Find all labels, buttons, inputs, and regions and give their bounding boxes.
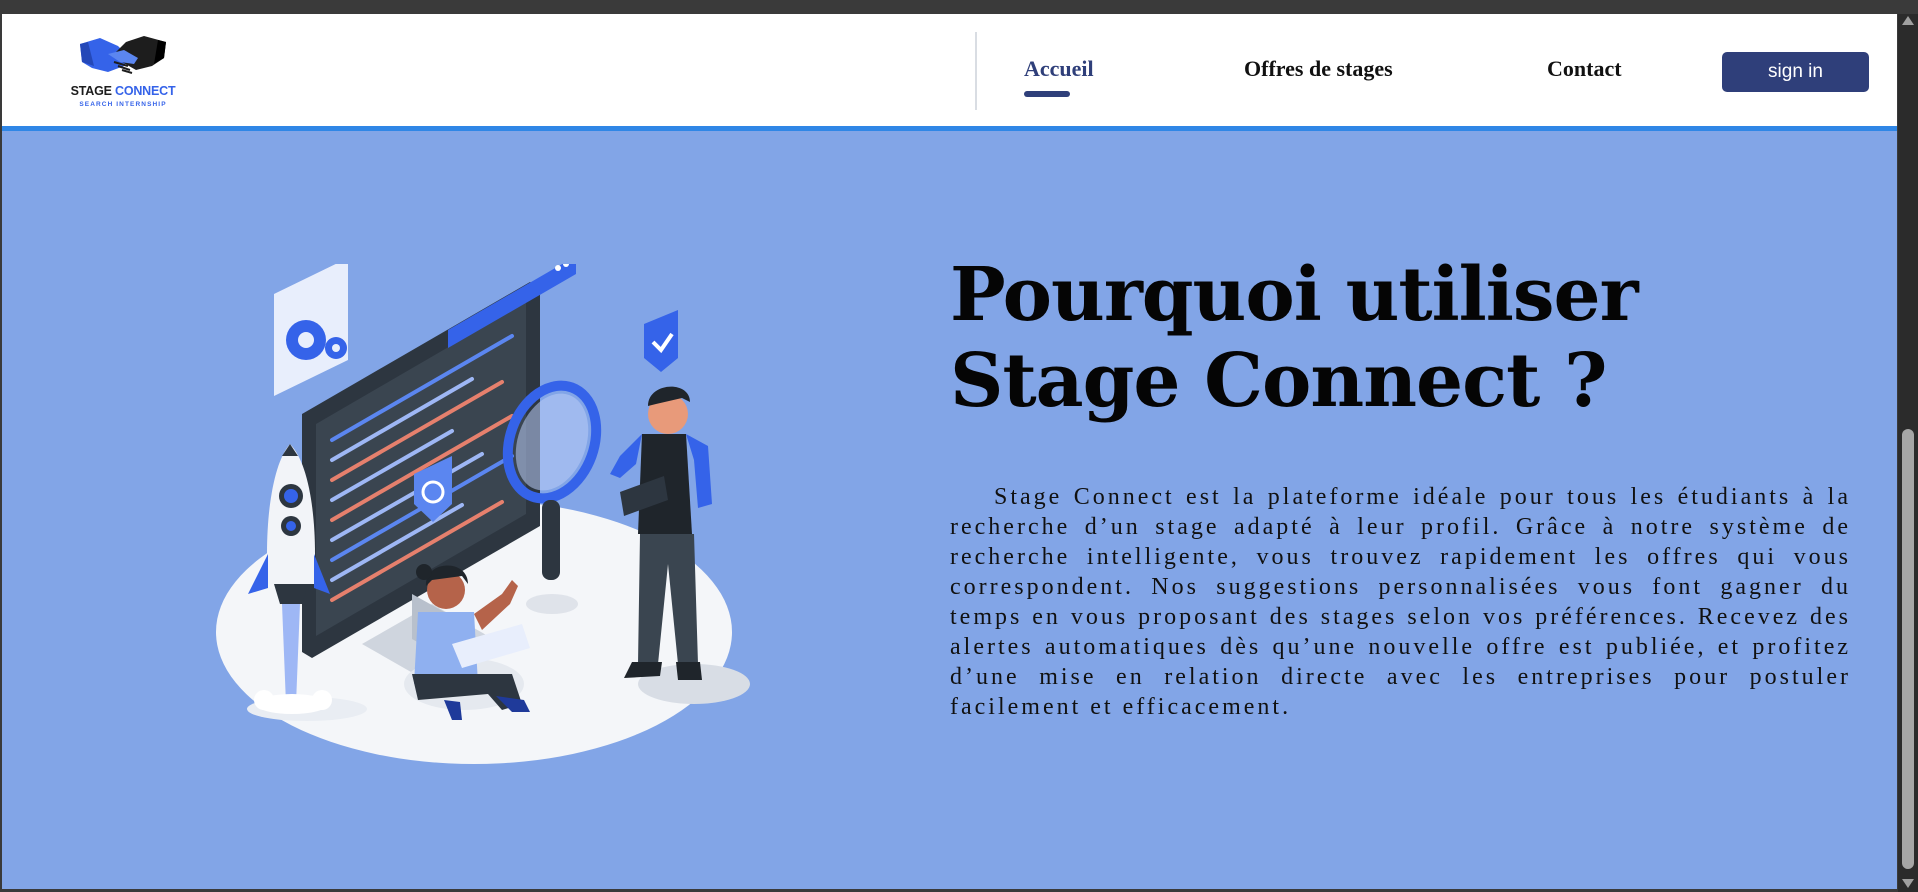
sign-in-button[interactable]: sign in [1722,52,1869,92]
page: STAGE CONNECT SEARCH INTERNSHIP Accueil … [2,14,1897,889]
scroll-up-arrow-icon[interactable] [1902,16,1914,25]
logo[interactable]: STAGE CONNECT SEARCH INTERNSHIP [68,32,178,124]
hero-description: Stage Connect est la plateforme idéale p… [950,484,1851,720]
nav-link-offres-de-stages[interactable]: Offres de stages [1244,56,1393,82]
handshake-icon [80,36,166,74]
scroll-down-arrow-icon[interactable] [1902,879,1914,888]
nav-link-accueil[interactable]: Accueil [1024,56,1094,82]
nav-divider [975,32,977,110]
navbar: STAGE CONNECT SEARCH INTERNSHIP Accueil … [2,14,1897,131]
active-nav-indicator [1024,91,1070,97]
developer-team-illustration [216,264,750,764]
vertical-scrollbar[interactable] [1898,14,1918,892]
brand-name: STAGE CONNECT [70,84,176,98]
nav-link-contact[interactable]: Contact [1547,56,1622,82]
hero-title: Pourquoi utiliser Stage Connect ? [950,252,1639,424]
brand-tagline: SEARCH INTERNSHIP [79,101,167,108]
scrollbar-thumb[interactable] [1902,429,1914,869]
